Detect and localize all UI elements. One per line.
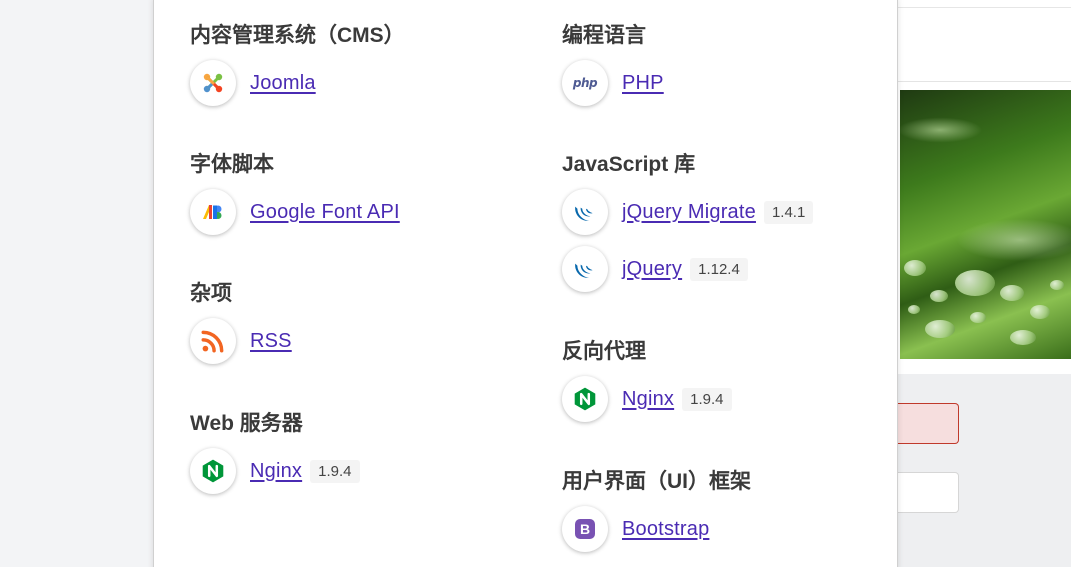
tech-link[interactable]: Bootstrap (622, 518, 709, 541)
tech-item-jquery[interactable]: jQuery 1.12.4 (562, 245, 813, 293)
tech-link[interactable]: RSS (250, 330, 292, 353)
category-web-server: Web 服务器 Nginx 1.9.4 (190, 409, 360, 495)
google-fonts-icon (190, 189, 236, 235)
background-text-field[interactable] (898, 472, 959, 513)
category-title: 杂项 (190, 282, 232, 305)
background-card (898, 0, 1071, 82)
bootstrap-icon: B (562, 506, 608, 552)
category-title: 内容管理系统（CMS） (190, 24, 405, 47)
category-title: 用户界面（UI）框架 (562, 470, 751, 493)
category-title: 编程语言 (562, 24, 646, 47)
version-badge: 1.9.4 (310, 459, 360, 483)
php-icon: php (562, 60, 608, 106)
tech-link[interactable]: Google Font API (250, 201, 400, 224)
version-badge: 1.9.4 (682, 387, 732, 411)
php-logo-text: php (572, 76, 598, 90)
category-reverse-proxies: 反向代理 Nginx 1.9.4 (562, 337, 732, 423)
tech-item-jquery-migrate[interactable]: jQuery Migrate 1.4.1 (562, 188, 814, 236)
nginx-icon (190, 448, 236, 494)
tech-item-php[interactable]: php PHP (562, 59, 664, 107)
category-title: 反向代理 (562, 340, 646, 363)
background-error-field[interactable] (898, 403, 959, 444)
joomla-icon (190, 60, 236, 106)
tech-link[interactable]: PHP (622, 72, 664, 95)
technology-panel: 内容管理系统（CMS） Joomla 字体脚本 Google Font API … (153, 0, 898, 567)
category-title: 字体脚本 (190, 153, 274, 176)
jquery-icon (562, 246, 608, 292)
tech-link[interactable]: jQuery (622, 258, 682, 281)
bootstrap-logo-letter: B (580, 521, 590, 537)
tech-link[interactable]: Nginx (250, 460, 302, 483)
category-font-scripts: 字体脚本 Google Font API (190, 150, 400, 236)
tech-item-nginx[interactable]: Nginx 1.9.4 (190, 447, 360, 495)
version-badge: 1.12.4 (690, 257, 748, 281)
category-javascript-libraries: JavaScript 库 jQuery Migrate 1.4.1 jQuery… (562, 150, 814, 293)
tech-item-google-font-api[interactable]: Google Font API (190, 188, 400, 236)
category-cms: 内容管理系统（CMS） Joomla (190, 21, 405, 107)
category-ui-frameworks: 用户界面（UI）框架 B Bootstrap (562, 467, 751, 553)
jquery-icon (562, 189, 608, 235)
version-badge: 1.4.1 (763, 200, 814, 224)
tech-item-joomla[interactable]: Joomla (190, 59, 405, 107)
tech-link[interactable]: jQuery Migrate (622, 201, 756, 224)
tech-item-rss[interactable]: RSS (190, 317, 292, 365)
nginx-icon (562, 376, 608, 422)
tech-item-bootstrap[interactable]: B Bootstrap (562, 505, 751, 553)
tech-link[interactable]: Joomla (250, 72, 316, 95)
tech-item-nginx[interactable]: Nginx 1.9.4 (562, 375, 732, 423)
category-misc: 杂项 RSS (190, 279, 292, 365)
rss-icon (190, 318, 236, 364)
background-page-left (0, 0, 154, 567)
category-title: Web 服务器 (190, 412, 303, 435)
tech-link[interactable]: Nginx (622, 388, 674, 411)
category-title: JavaScript 库 (562, 153, 696, 176)
leaf-photo (900, 90, 1071, 359)
category-programming-languages: 编程语言 php PHP (562, 21, 664, 107)
